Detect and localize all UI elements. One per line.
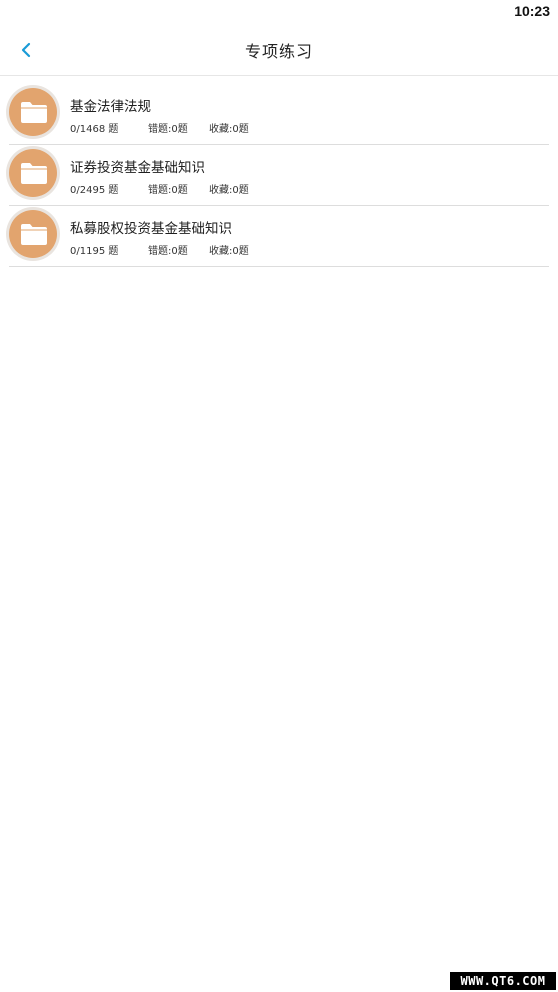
folder-icon: [21, 102, 47, 123]
topic-list: 基金法律法规 0/1468 题 错题:0题 收藏:0题 证券投资基金基础知识 0…: [9, 84, 549, 267]
folder-icon: [21, 163, 47, 184]
watermark: WWW.QT6.COM: [450, 972, 556, 990]
wrong-count: 错题:0题: [148, 124, 188, 135]
avatar: [9, 149, 57, 197]
list-item[interactable]: 证券投资基金基础知识 0/2495 题 错题:0题 收藏:0题: [9, 145, 549, 206]
avatar: [9, 88, 57, 136]
item-title: 证券投资基金基础知识: [70, 160, 205, 176]
favorite-count: 收藏:0题: [209, 246, 249, 257]
wrong-count: 错题:0题: [148, 185, 188, 196]
progress-count: 0/1195 题: [70, 246, 119, 257]
list-item[interactable]: 私募股权投资基金基础知识 0/1195 题 错题:0题 收藏:0题: [9, 206, 549, 267]
status-time: 10:23: [514, 3, 550, 19]
favorite-count: 收藏:0题: [209, 185, 249, 196]
header: 专项练习: [0, 26, 558, 76]
progress-count: 0/1468 题: [70, 124, 119, 135]
favorite-count: 收藏:0题: [209, 124, 249, 135]
list-item[interactable]: 基金法律法规 0/1468 题 错题:0题 收藏:0题: [9, 84, 549, 145]
item-title: 私募股权投资基金基础知识: [70, 221, 232, 237]
folder-icon: [21, 224, 47, 245]
status-bar: 10:23: [0, 0, 558, 26]
avatar: [9, 210, 57, 258]
progress-count: 0/2495 题: [70, 185, 119, 196]
wrong-count: 错题:0题: [148, 246, 188, 257]
item-title: 基金法律法规: [70, 99, 151, 115]
page-title: 专项练习: [244, 42, 313, 61]
